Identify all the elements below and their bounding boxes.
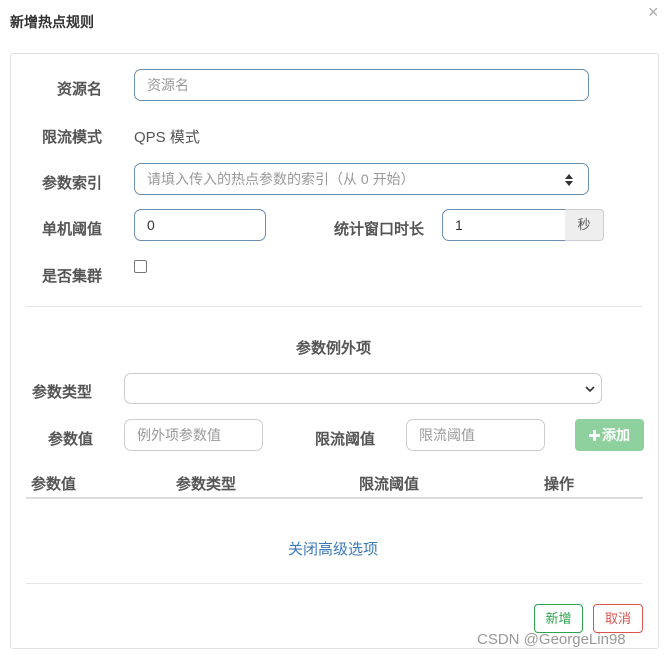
table-header: 参数值	[31, 476, 77, 493]
add-exception-button[interactable]: 添加	[575, 419, 644, 451]
threshold-input[interactable]: 0	[134, 209, 266, 241]
advanced-options-toggle[interactable]: 关闭高级选项	[288, 538, 378, 559]
cluster-label: 是否集群	[42, 268, 103, 285]
window-unit-addon: 秒	[565, 209, 604, 241]
spinner-arrows-icon[interactable]	[564, 173, 574, 187]
window-label: 统计窗口时长	[334, 221, 425, 238]
close-icon[interactable]: ×	[648, 2, 659, 23]
table-header-divider	[26, 497, 643, 499]
mode-label: 限流模式	[42, 129, 103, 146]
watermark: CSDN @GeorgeLin98	[477, 631, 626, 648]
limit-placeholder: 限流阈值	[419, 427, 475, 443]
cancel-button[interactable]: 取消	[593, 604, 643, 633]
param-index-label: 参数索引	[42, 175, 103, 192]
dialog-title: 新增热点规则	[10, 14, 94, 30]
add-label: 添加	[602, 427, 630, 443]
divider	[26, 306, 642, 307]
resource-label: 资源名	[57, 81, 103, 98]
divider	[26, 583, 642, 584]
limit-label: 限流阈值	[315, 431, 376, 448]
plus-icon	[589, 430, 600, 441]
chevron-down-icon	[585, 386, 595, 393]
threshold-label: 单机阈值	[42, 221, 103, 238]
limit-input[interactable]: 限流阈值	[406, 419, 545, 451]
param-index-placeholder: 请填入传入的热点参数的索引（从 0 开始）	[147, 171, 415, 187]
window-input[interactable]: 1	[442, 209, 566, 241]
param-index-input[interactable]: 请填入传入的热点参数的索引（从 0 开始）	[134, 163, 589, 195]
param-type-select[interactable]	[124, 373, 602, 404]
exceptions-title: 参数例外项	[296, 340, 372, 357]
param-value-label: 参数值	[48, 431, 94, 448]
mode-value: QPS 模式	[134, 129, 200, 146]
param-value-placeholder: 例外项参数值	[137, 427, 221, 443]
resource-placeholder: 资源名	[147, 77, 189, 93]
param-value-input[interactable]: 例外项参数值	[124, 419, 263, 451]
table-header: 操作	[544, 476, 575, 493]
resource-input[interactable]: 资源名	[134, 69, 589, 101]
param-type-label: 参数类型	[32, 384, 93, 401]
table-header: 限流阈值	[359, 476, 420, 493]
cluster-checkbox[interactable]	[134, 260, 147, 273]
table-header: 参数类型	[176, 476, 237, 493]
new-button[interactable]: 新增	[534, 604, 583, 633]
